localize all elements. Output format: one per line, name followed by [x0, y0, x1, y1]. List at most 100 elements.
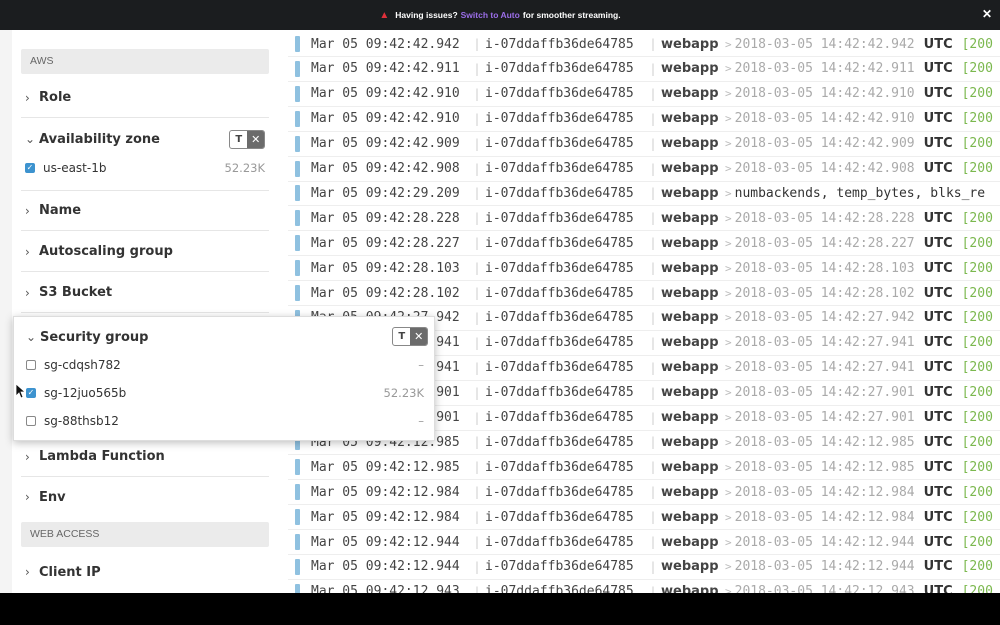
message-arrow: >: [725, 311, 732, 325]
log-row[interactable]: Mar 05 09:42:12.944 | i-07ddaffb36de64785 |…: [288, 555, 1000, 580]
facet-client-ip[interactable]: › Client IP: [21, 552, 269, 592]
facet-role[interactable]: › Role: [21, 78, 269, 118]
log-message-timestamp: 2018-03-05 14:42:28.103: [734, 260, 915, 276]
log-message-timezone: UTC: [923, 335, 953, 351]
log-message-timestamp: 2018-03-05 14:42:27.901: [734, 410, 915, 425]
column-separator: |: [473, 286, 481, 300]
log-row[interactable]: Mar 05 09:42:28.102 | i-07ddaffb36de64785 |…: [288, 281, 1000, 306]
log-message-timezone: UTC: [923, 410, 953, 425]
facet-label: Availability zone: [39, 131, 160, 147]
close-icon[interactable]: ✕: [982, 7, 992, 21]
column-separator: |: [473, 61, 481, 76]
log-row[interactable]: Mar 05 09:42:28.227 | i-07ddaffb36de64785 |…: [288, 231, 1000, 257]
message-arrow: >: [725, 386, 732, 400]
log-host: i-07ddaffb36de64785: [485, 260, 634, 276]
log-message-timezone: UTC: [923, 86, 953, 102]
log-message-timezone: UTC: [923, 584, 953, 593]
log-status-stripe: [295, 210, 300, 227]
facet-label: Client IP: [39, 564, 101, 580]
log-host: i-07ddaffb36de64785: [485, 559, 634, 575]
log-message-bracket: [200: [961, 235, 993, 251]
log-message-timestamp: 2018-03-05 14:42:27.901: [734, 385, 915, 401]
log-status-stripe: [295, 260, 300, 277]
log-message-bracket: [200: [961, 534, 993, 550]
log-host: i-07ddaffb36de64785: [485, 534, 634, 550]
facet-s3-bucket[interactable]: › S3 Bucket: [21, 273, 269, 313]
filter-text-button[interactable]: T: [230, 131, 247, 148]
column-separator: |: [649, 485, 657, 500]
log-service: webapp: [661, 434, 719, 450]
log-row[interactable]: Mar 05 09:42:12.984 | i-07ddaffb36de64785 |…: [288, 505, 1000, 531]
log-message-timestamp: 2018-03-05 14:42:12.985: [734, 434, 915, 450]
log-message-timezone: UTC: [923, 36, 953, 52]
log-row[interactable]: Mar 05 09:42:12.943 | i-07ddaffb36de64785 |…: [288, 580, 1000, 593]
column-separator: |: [473, 584, 481, 593]
log-message-timestamp: 2018-03-05 14:42:42.909: [734, 136, 915, 152]
facet-label: Role: [39, 90, 72, 105]
chevron-right-icon: ›: [25, 449, 30, 464]
facet-availability-zone[interactable]: ⌄ Availability zone T ✕: [21, 119, 269, 159]
log-service: webapp: [661, 335, 719, 351]
log-message-bracket: [200: [961, 61, 993, 77]
log-message-timezone: UTC: [923, 459, 953, 475]
log-row[interactable]: Mar 05 09:42:42.909 | i-07ddaffb36de64785 |…: [288, 132, 1000, 157]
facet-label: Security group: [40, 329, 149, 345]
facet-panel: AWS › Role ⌄ Availability zone T ✕ ✓ us-…: [12, 30, 278, 593]
log-service: webapp: [661, 36, 719, 52]
log-row[interactable]: Mar 05 09:42:42.942 | i-07ddaffb36de64785 |…: [288, 32, 1000, 57]
message-arrow: >: [725, 112, 732, 126]
message-arrow: >: [725, 261, 732, 275]
log-row[interactable]: Mar 05 09:42:28.228 | i-07ddaffb36de64785 |…: [288, 206, 1000, 232]
facet-name[interactable]: › Name: [21, 191, 269, 231]
facet-option[interactable]: sg-88thsb12 –: [22, 410, 428, 432]
clear-filter-button[interactable]: ✕: [410, 328, 427, 345]
log-message-timestamp: 2018-03-05 14:42:27.941: [734, 360, 915, 376]
column-separator: |: [473, 111, 481, 126]
facet-env[interactable]: › Env: [21, 477, 269, 517]
facet-option[interactable]: sg-cdqsh782 –: [22, 354, 428, 376]
facet-option[interactable]: ✓ us-east-1b 52.23K: [21, 157, 269, 179]
message-arrow: >: [725, 460, 732, 474]
log-host: i-07ddaffb36de64785: [485, 111, 634, 127]
facet-security-group[interactable]: ⌄ Security group T ✕: [22, 317, 428, 357]
log-row[interactable]: Mar 05 09:42:42.911 | i-07ddaffb36de64785 |…: [288, 57, 1000, 82]
column-separator: |: [649, 559, 657, 574]
facet-lambda-function[interactable]: › Lambda Function: [21, 437, 269, 477]
checkbox-unchecked[interactable]: [26, 416, 36, 426]
filter-text-button[interactable]: T: [393, 328, 410, 345]
checkbox-checked[interactable]: ✓: [25, 163, 35, 173]
log-message-bracket: [200: [961, 210, 993, 226]
log-host: i-07ddaffb36de64785: [485, 385, 634, 401]
clear-filter-button[interactable]: ✕: [247, 131, 264, 148]
switch-to-auto-link[interactable]: Switch to Auto: [461, 10, 520, 20]
message-arrow: >: [725, 510, 732, 524]
log-message-timezone: UTC: [923, 161, 953, 176]
log-row[interactable]: Mar 05 09:42:12.984 | i-07ddaffb36de64785 |…: [288, 480, 1000, 506]
column-separator: |: [473, 360, 481, 375]
message-arrow: >: [725, 286, 732, 300]
checkbox-checked[interactable]: ✓: [26, 388, 36, 398]
log-service: webapp: [661, 285, 719, 301]
log-service: webapp: [661, 385, 719, 401]
log-row[interactable]: Mar 05 09:42:12.944 | i-07ddaffb36de64785 |…: [288, 530, 1000, 555]
chevron-right-icon: ›: [25, 565, 30, 579]
column-separator: |: [473, 535, 481, 549]
log-status-stripe: [295, 110, 300, 127]
log-row[interactable]: Mar 05 09:42:42.910 | i-07ddaffb36de64785 |…: [288, 107, 1000, 132]
log-row[interactable]: Mar 05 09:42:42.910 | i-07ddaffb36de64785 |…: [288, 82, 1000, 107]
log-message-timezone: UTC: [923, 136, 953, 152]
facet-autoscaling-group[interactable]: › Autoscaling group: [21, 232, 269, 272]
facet-option[interactable]: ✓ sg-12juo565b 52.23K: [22, 382, 428, 404]
log-row[interactable]: Mar 05 09:42:42.908 | i-07ddaffb36de64785 |…: [288, 157, 1000, 182]
column-separator: |: [473, 161, 481, 176]
message-arrow: >: [725, 137, 732, 151]
log-row[interactable]: Mar 05 09:42:12.985 | i-07ddaffb36de64785 |…: [288, 455, 1000, 481]
log-row[interactable]: Mar 05 09:42:29.209 | i-07ddaffb36de64785 |…: [288, 181, 1000, 207]
checkbox-unchecked[interactable]: [26, 360, 36, 370]
chevron-right-icon: ›: [25, 90, 30, 105]
log-row[interactable]: Mar 05 09:42:28.103 | i-07ddaffb36de64785 |…: [288, 256, 1000, 282]
option-count: –: [418, 414, 424, 428]
log-status-stripe: [295, 484, 300, 501]
column-separator: |: [649, 61, 657, 76]
log-list: Mar 05 09:42:42.942 | i-07ddaffb36de64785 |…: [288, 30, 1000, 593]
